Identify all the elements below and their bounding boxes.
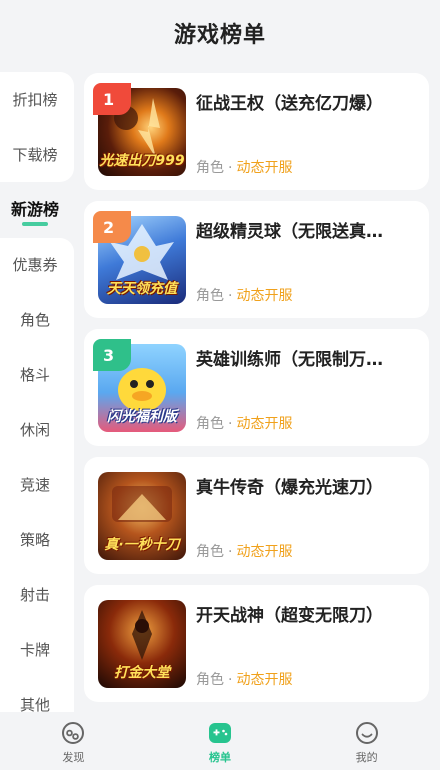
game-thumbnail[interactable]: 打金大堂 — [98, 600, 186, 688]
game-meta: 角色 · 动态开服 — [196, 285, 292, 305]
nav-label-rankings: 榜单 — [209, 751, 231, 764]
game-card[interactable]: 2 天天领充值 超级精灵球（无限送真… 角色 · 动态开服 — [84, 201, 429, 318]
thumbnail-caption: 打金大堂 — [114, 665, 170, 681]
sidebar-item-card[interactable]: 卡牌 — [0, 640, 70, 660]
rank-badge: 3 — [93, 339, 131, 371]
sidebar-item-casual[interactable]: 休闲 — [0, 420, 70, 440]
game-thumbnail[interactable]: 真·一秒十刀 — [98, 472, 186, 560]
nav-label-mine: 我的 — [355, 751, 378, 764]
discover-icon — [62, 722, 85, 744]
sidebar-item-role[interactable]: 角色 — [0, 310, 70, 330]
game-category: 角色 — [196, 160, 224, 176]
server-status: 动态开服 — [236, 160, 293, 176]
game-name[interactable]: 英雄训练师（无限制万… — [196, 345, 418, 370]
game-meta: 角色 · 动态开服 — [196, 541, 292, 561]
thumbnail-caption: 光速出刀999 — [99, 153, 185, 169]
sidebar-item-strategy[interactable]: 策略 — [0, 530, 70, 550]
sidebar-item-fighting[interactable]: 格斗 — [0, 365, 70, 385]
game-meta: 角色 · 动态开服 — [196, 669, 292, 689]
game-meta: 角色 · 动态开服 — [196, 157, 292, 177]
meta-separator: · — [228, 160, 233, 176]
nav-item-discover[interactable]: 发现 — [0, 712, 147, 770]
sidebar-item-racing[interactable]: 竞速 — [0, 475, 70, 495]
game-name[interactable]: 开天战神（超变无限刀） — [196, 601, 418, 626]
server-status: 动态开服 — [236, 416, 293, 432]
sidebar-item-coupon[interactable]: 优惠券 — [0, 255, 70, 275]
server-status: 动态开服 — [236, 672, 293, 688]
thumbnail-caption: 天天领充值 — [107, 281, 177, 297]
game-category: 角色 — [196, 288, 224, 304]
rank-badge: 1 — [93, 83, 131, 115]
game-card[interactable]: 1 光速出刀999 征战王权（送充亿刀爆） 角色 · 动态开服 — [84, 73, 429, 190]
sidebar-item-download[interactable]: 下载榜 — [0, 145, 70, 165]
meta-separator: · — [228, 672, 233, 688]
thumbnail-caption: 闪光福利版 — [107, 409, 177, 425]
active-tab-indicator — [22, 222, 48, 226]
page-title: 游戏榜单 — [173, 23, 266, 48]
game-category: 角色 — [196, 544, 224, 560]
game-name[interactable]: 征战王权（送充亿刀爆） — [196, 89, 418, 114]
sidebar-item-discount[interactable]: 折扣榜 — [0, 90, 70, 110]
rank-badge: 2 — [93, 211, 131, 243]
sidebar-group-rankings — [0, 72, 74, 182]
game-card[interactable]: 3 闪光福利版 英雄训练师（无限制万… 角色 · 动态开服 — [84, 329, 429, 446]
game-name[interactable]: 真牛传奇（爆充光速刀） — [196, 473, 418, 498]
nav-item-mine[interactable]: 我的 — [293, 712, 440, 770]
category-sidebar: 折扣榜 下载榜 新游榜 优惠券 角色 格斗 休闲 竞速 策略 射击 卡牌 其他 — [0, 72, 74, 728]
sidebar-item-new-games[interactable]: 新游榜 — [0, 200, 70, 220]
gamepad-icon — [209, 723, 231, 743]
smile-icon — [355, 722, 378, 744]
server-status: 动态开服 — [236, 288, 293, 304]
server-status: 动态开服 — [236, 544, 293, 560]
page-header: 游戏榜单 — [0, 0, 440, 66]
sidebar-item-shooting[interactable]: 射击 — [0, 585, 70, 605]
meta-separator: · — [228, 544, 233, 560]
game-name[interactable]: 超级精灵球（无限送真… — [196, 217, 418, 242]
bottom-nav: 发现 榜单 我的 — [0, 712, 440, 770]
game-category: 角色 — [196, 672, 224, 688]
nav-label-discover: 发现 — [62, 751, 85, 764]
game-category: 角色 — [196, 416, 224, 432]
nav-item-rankings[interactable]: 榜单 — [147, 712, 294, 770]
game-card[interactable]: 真·一秒十刀 真牛传奇（爆充光速刀） 角色 · 动态开服 — [84, 457, 429, 574]
game-meta: 角色 · 动态开服 — [196, 413, 292, 433]
meta-separator: · — [228, 288, 233, 304]
game-card[interactable]: 打金大堂 开天战神（超变无限刀） 角色 · 动态开服 — [84, 585, 429, 702]
thumbnail-caption: 真·一秒十刀 — [104, 537, 180, 553]
meta-separator: · — [228, 416, 233, 432]
